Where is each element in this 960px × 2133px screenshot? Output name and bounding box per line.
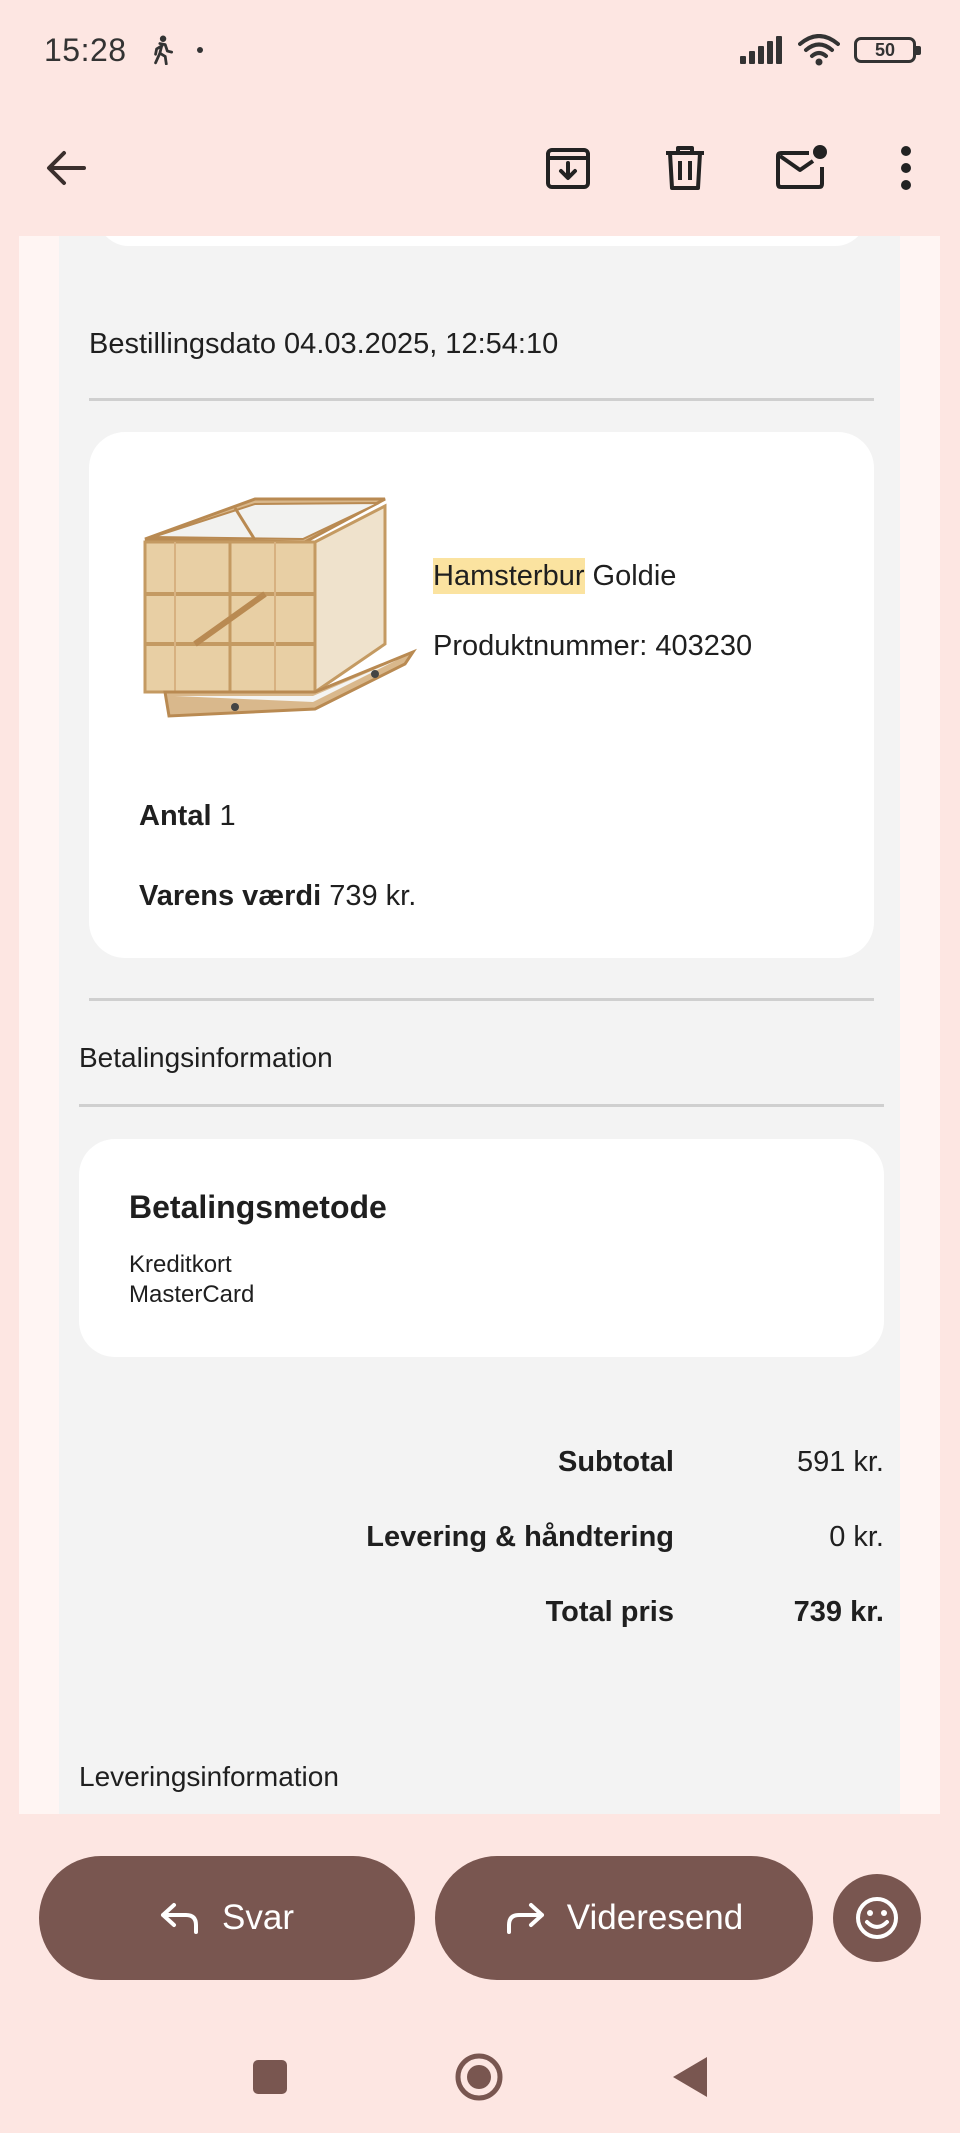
- recents-button[interactable]: [245, 2052, 295, 2102]
- payment-method-title: Betalingsmetode: [129, 1189, 387, 1225]
- quantity-label: Antal: [139, 800, 212, 832]
- totals-value: 0 kr.: [829, 1521, 884, 1553]
- product-name: Hamsterbur Goldie: [433, 558, 677, 594]
- product-value: Varens værdi 739 kr.: [139, 880, 416, 913]
- walk-icon: [153, 35, 173, 65]
- product-card: Hamsterbur Goldie Produktnummer: 403230 …: [89, 432, 874, 958]
- divider: [89, 998, 874, 1001]
- mark-unread-icon: [776, 145, 827, 189]
- top-app-bar: [0, 100, 960, 236]
- product-number: Produktnummer: 403230: [433, 630, 753, 662]
- totals-row: Total pris 739 kr.: [59, 1596, 884, 1636]
- totals-label: Levering & håndtering: [366, 1521, 674, 1553]
- mark-unread-button[interactable]: [762, 128, 842, 208]
- product-image: [143, 497, 417, 718]
- product-name-rest: Goldie: [584, 560, 677, 592]
- product-quantity: Antal 1: [139, 800, 236, 833]
- reply-button[interactable]: Svar: [39, 1856, 415, 1980]
- divider: [79, 1104, 884, 1107]
- wifi-icon: [798, 34, 840, 66]
- forward-icon: [506, 1903, 544, 1934]
- back-button[interactable]: [26, 128, 106, 208]
- totals-label: Subtotal: [558, 1446, 674, 1478]
- totals-row: Levering & håndtering 0 kr.: [59, 1521, 884, 1561]
- back-nav-button[interactable]: [665, 2052, 715, 2102]
- recents-icon: [253, 2060, 287, 2094]
- delete-button[interactable]: [645, 128, 725, 208]
- archive-icon: [546, 148, 590, 189]
- more-options-button[interactable]: [866, 128, 946, 208]
- email-body-scroll[interactable]: Bestillingsdato 04.03.2025, 12:54:10 Ham…: [19, 236, 940, 1814]
- more-vert-icon: [901, 146, 911, 190]
- archive-button[interactable]: [528, 128, 608, 208]
- previous-card-bottom: [97, 236, 867, 246]
- totals-value: 591 kr.: [796, 1446, 884, 1478]
- totals-label: Total pris: [545, 1596, 674, 1628]
- reply-icon: [161, 1903, 199, 1934]
- totals-value: 739 kr.: [793, 1596, 884, 1628]
- quantity-value: 1: [211, 800, 236, 832]
- value-label: Varens værdi: [139, 880, 322, 912]
- divider: [89, 398, 874, 401]
- order-date: Bestillingsdato 04.03.2025, 12:54:10: [89, 328, 559, 360]
- payment-section-title: Betalingsinformation: [79, 1042, 333, 1073]
- battery-level: 50: [874, 39, 896, 60]
- system-nav-bar: [0, 2010, 960, 2133]
- value-amount: 739 kr.: [321, 880, 417, 912]
- payment-method-type: Kreditkort: [129, 1251, 232, 1278]
- payment-card: Betalingsmetode Kreditkort MasterCard: [79, 1139, 884, 1357]
- battery-icon: 50: [854, 37, 921, 63]
- forward-label: Videresend: [566, 1898, 744, 1937]
- delivery-section-title: Leveringsinformation: [79, 1761, 339, 1792]
- emoji-reaction-button[interactable]: [833, 1874, 921, 1962]
- status-bar: 15:28 50: [0, 0, 960, 100]
- home-button[interactable]: [454, 2052, 504, 2102]
- status-icons: 50: [740, 34, 921, 66]
- back-arrow-icon: [47, 151, 86, 185]
- reply-label: Svar: [222, 1898, 294, 1937]
- forward-button[interactable]: Videresend: [435, 1856, 813, 1980]
- payment-method-brand: MasterCard: [129, 1281, 255, 1308]
- trash-icon: [666, 146, 704, 190]
- back-triangle-icon: [673, 2057, 707, 2097]
- smiley-icon: [856, 1897, 898, 1939]
- bottom-actions: Svar Videresend: [0, 1814, 960, 1994]
- search-highlight: Hamsterbur: [433, 558, 585, 594]
- totals-row: Subtotal 591 kr.: [59, 1446, 884, 1486]
- email-body: Bestillingsdato 04.03.2025, 12:54:10 Ham…: [59, 236, 900, 1814]
- home-icon: [455, 2053, 503, 2101]
- signal-icon: [740, 36, 782, 64]
- notification-dot: [196, 47, 203, 53]
- status-time: 15:28: [44, 31, 127, 68]
